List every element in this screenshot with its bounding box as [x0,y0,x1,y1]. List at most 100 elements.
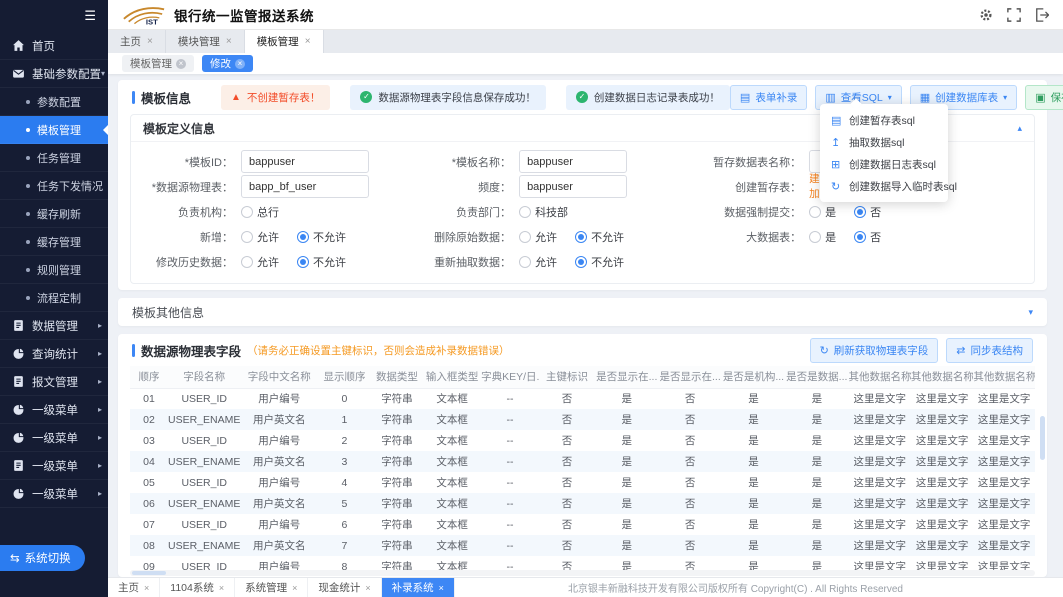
vertical-scrollbar-thumb[interactable] [1040,416,1045,460]
table-row[interactable]: 07USER_ID用户编号6字符串文本框--否是否是是这里是文字这里是文字这里是… [130,514,1035,535]
radio-option[interactable]: 是 [809,204,836,220]
horizontal-scrollbar-thumb[interactable] [132,571,166,575]
sidebar-item[interactable]: 流程定制 [0,284,108,312]
radio-option[interactable]: 否 [854,229,881,245]
footer-tab[interactable]: 现金统计× [308,578,381,597]
sidebar-item[interactable]: 任务管理 [0,144,108,172]
radio-option[interactable]: 科技部 [519,204,568,220]
sidebar-item[interactable]: 查询统计▸ [0,340,108,368]
top-tab[interactable]: 主页× [108,30,166,53]
close-icon[interactable]: × [292,583,297,593]
sidebar-item[interactable]: 一级菜单▸ [0,452,108,480]
radio-option[interactable]: 允许 [241,229,279,245]
collapse-menu-icon[interactable]: ☰ [0,0,108,32]
close-icon[interactable]: × [235,59,245,69]
frequency-field[interactable] [519,175,627,198]
dropdown-item[interactable]: ⊞创建数据日志表sql [820,153,948,175]
dropdown-item[interactable]: ↥抽取数据sql [820,131,948,153]
radio-icon[interactable] [241,231,253,243]
sidebar-item[interactable]: 参数配置 [0,88,108,116]
table-row[interactable]: 03USER_ID用户编号2字符串文本框--否是否是是这里是文字这里是文字这里是… [130,430,1035,451]
source-table-field[interactable] [241,175,369,198]
close-icon[interactable]: × [305,36,311,47]
footer-tab[interactable]: 补录系统× [382,578,455,597]
template-id-field[interactable] [241,150,369,173]
collapse-section-icon[interactable]: ▴ [1017,123,1022,134]
close-icon[interactable]: × [219,583,224,593]
footer-tab[interactable]: 系统管理× [235,578,308,597]
close-icon[interactable]: × [439,583,444,593]
sidebar-item[interactable]: 一级菜单▸ [0,396,108,424]
radio-icon[interactable] [575,231,587,243]
dropdown-item[interactable]: ↻创建数据导入临时表sql [820,175,948,197]
radio-icon[interactable] [519,206,531,218]
sidebar-item[interactable]: 规则管理 [0,256,108,284]
sidebar-item[interactable]: 一级菜单▸ [0,480,108,508]
radio-option[interactable]: 允许 [519,229,557,245]
table-cell: 3 [318,451,370,472]
radio-option[interactable]: 不允许 [297,254,346,270]
table-row[interactable]: 04USER_ENAME用户英文名3字符串文本框--否是否是是这里是文字这里是文… [130,451,1035,472]
刷新获取物理表字段-button[interactable]: ↻刷新获取物理表字段 [810,338,939,363]
同步表结构-button[interactable]: ⇄同步表结构 [946,338,1033,363]
表单补录-button[interactable]: ▤表单补录 [730,85,807,110]
table-row[interactable]: 01USER_ID用户编号0字符串文本框--否是否是是这里是文字这里是文字这里是… [130,388,1035,409]
radio-option[interactable]: 总行 [241,204,279,220]
column-header: 顺序 [130,366,168,388]
sidebar-item[interactable]: 缓存刷新 [0,200,108,228]
radio-option[interactable]: 否 [854,204,881,220]
sidebar-item[interactable]: 首页 [0,32,108,60]
system-switch-button[interactable]: ⇆ 系统切换 [0,545,85,571]
sidebar-item[interactable]: 一级菜单▸ [0,424,108,452]
sidebar-item[interactable]: 任务下发情况 [0,172,108,200]
radio-option[interactable]: 不允许 [297,229,346,245]
保存-button[interactable]: ▣保存▾ [1025,85,1063,110]
radio-icon[interactable] [809,206,821,218]
radio-icon[interactable] [854,206,866,218]
table-row[interactable]: 05USER_ID用户编号4字符串文本框--否是否是是这里是文字这里是文字这里是… [130,472,1035,493]
logout-icon[interactable] [1035,8,1049,22]
breadcrumb-tag[interactable]: 修改× [202,55,253,72]
sidebar-item[interactable]: 模板管理 [0,116,108,144]
footer-tab[interactable]: 主页× [108,578,160,597]
radio-icon[interactable] [297,256,309,268]
close-icon[interactable]: × [226,36,232,47]
radio-option[interactable]: 不允许 [575,229,624,245]
sidebar-item[interactable]: 数据管理▸ [0,312,108,340]
other-info-section[interactable]: 模板其他信息 ▾ [118,298,1047,326]
sidebar-item[interactable]: 基础参数配置▾ [0,60,108,88]
dropdown-item[interactable]: ▤创建暂存表sql [820,109,948,131]
radio-icon[interactable] [519,256,531,268]
close-icon[interactable]: × [147,36,153,47]
top-tab[interactable]: 模块管理× [166,30,245,53]
radio-icon[interactable] [809,231,821,243]
radio-icon[interactable] [241,206,253,218]
field-label: 负责机构： [131,204,241,220]
radio-label: 允许 [535,229,557,245]
top-tab[interactable]: 模板管理× [245,30,324,53]
radio-icon[interactable] [241,256,253,268]
sidebar-item[interactable]: 报文管理▸ [0,368,108,396]
radio-icon[interactable] [297,231,309,243]
radio-option[interactable]: 允许 [241,254,279,270]
radio-icon[interactable] [575,256,587,268]
settings-icon[interactable] [979,8,993,22]
sidebar-item[interactable]: 缓存管理 [0,228,108,256]
radio-icon[interactable] [854,231,866,243]
radio-icon[interactable] [519,231,531,243]
table-row[interactable]: 08USER_ENAME用户英文名7字符串文本框--否是否是是这里是文字这里是文… [130,535,1035,556]
close-icon[interactable]: × [144,583,149,593]
expand-section-icon[interactable]: ▾ [1028,307,1033,318]
template-name-field[interactable] [519,150,627,173]
radio-option[interactable]: 是 [809,229,836,245]
table-row[interactable]: 06USER_ENAME用户英文名5字符串文本框--否是否是是这里是文字这里是文… [130,493,1035,514]
radio-option[interactable]: 允许 [519,254,557,270]
footer-tab[interactable]: 1104系统× [160,578,235,597]
radio-option[interactable]: 不允许 [575,254,624,270]
fullscreen-icon[interactable] [1007,8,1021,22]
bullet-icon [26,100,30,104]
close-icon[interactable]: × [176,59,186,69]
breadcrumb-tag[interactable]: 模板管理× [122,55,194,72]
table-row[interactable]: 02USER_ENAME用户英文名1字符串文本框--否是否是是这里是文字这里是文… [130,409,1035,430]
close-icon[interactable]: × [365,583,370,593]
